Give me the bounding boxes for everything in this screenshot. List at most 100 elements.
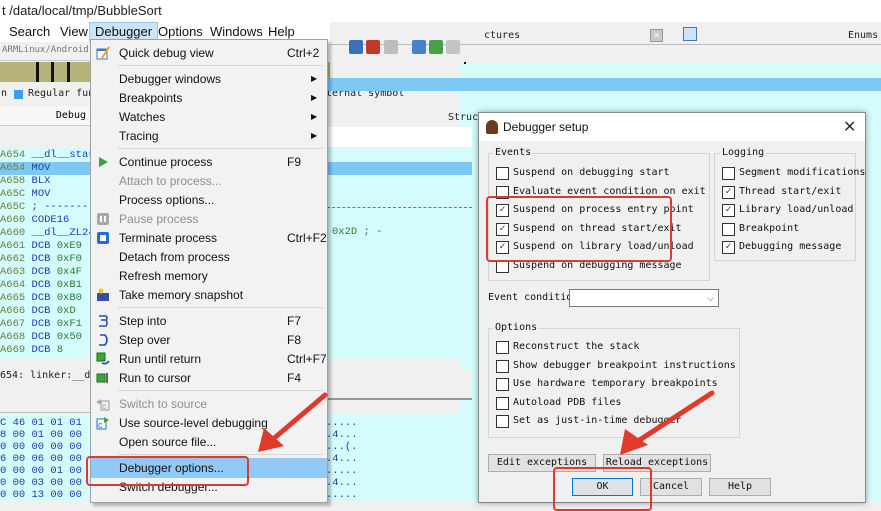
- disasm-operand: 0xB1: [56, 279, 82, 291]
- list-view-icon[interactable]: [683, 27, 697, 41]
- disasm-line[interactable]: A654 __dl__star: [0, 149, 92, 162]
- title-bar: t /data/local/tmp/BubbleSort: [0, 0, 881, 22]
- step-over-icon: [96, 333, 110, 347]
- tab-enums[interactable]: Enums: [848, 30, 878, 41]
- menu-item-process-options[interactable]: Process options...: [91, 190, 327, 210]
- hex-line[interactable]: 0 00 03 00 00: [0, 477, 82, 489]
- hex-line[interactable]: 8 00 01 00 00: [0, 429, 82, 441]
- checkbox-box[interactable]: [496, 415, 509, 429]
- disasm-instruction: MOV: [31, 162, 51, 174]
- menu-separator: [118, 65, 323, 66]
- hex-view[interactable]: C 46 01 01 01 8 00 01 00 00 0 00 00 00 00 6…: [0, 414, 92, 501]
- hex-line[interactable]: 0 00 00 00 00: [0, 441, 82, 453]
- disasm-line[interactable]: A660 CODE16: [0, 214, 92, 227]
- menu-item-attach-to-process[interactable]: Attach to process...: [91, 171, 327, 191]
- menu-search[interactable]: Search: [4, 22, 55, 42]
- checkbox-box[interactable]: [496, 396, 509, 410]
- menu-item-take-memory-snapshot[interactable]: Take memory snapshot: [91, 285, 327, 305]
- delete-watch-icon[interactable]: [446, 40, 460, 54]
- disasm-address: A664: [0, 279, 26, 291]
- hex-line[interactable]: 0 00 00 01 00: [0, 465, 82, 477]
- checkbox-box[interactable]: [496, 341, 509, 354]
- disasm-line[interactable]: A663 DCB 0x4F ;: [0, 266, 92, 279]
- architecture-combo[interactable]: ARMLinux/Android: [2, 43, 88, 58]
- disasm-instruction: ; -------: [31, 201, 89, 213]
- hex-line[interactable]: 6 00 06 00 00: [0, 453, 82, 465]
- tab-structures[interactable]: ctures: [484, 30, 520, 41]
- menu-item-tracing[interactable]: Tracing ▶: [91, 126, 327, 146]
- disasm-instruction: DCB: [31, 305, 51, 317]
- disassembly-view[interactable]: A654 __dl__star A654 MOV A658 BLX A65C M…: [0, 148, 92, 358]
- close-pane-icon[interactable]: ✕: [650, 29, 663, 42]
- checkbox-box[interactable]: ✓: [722, 185, 735, 199]
- disasm-instruction: BLX: [31, 175, 51, 187]
- disasm-line[interactable]: A66A DCB 0x10: [0, 357, 92, 358]
- hex-line[interactable]: 0 00 13 00 00: [0, 489, 82, 501]
- ascii-line: .....: [326, 465, 358, 477]
- disasm-operand: 0xB0: [56, 292, 82, 304]
- dialog-titlebar: Debugger setup ✕: [479, 113, 865, 141]
- nav-marker: [51, 62, 54, 82]
- disasm-instruction: DCB: [31, 266, 51, 278]
- disasm-line[interactable]: A65C MOV: [0, 188, 92, 201]
- disasm-line[interactable]: A660 __dl__ZL24: [0, 227, 92, 240]
- checkbox-box[interactable]: ✓: [722, 204, 735, 218]
- add-breakpoint-icon[interactable]: [366, 40, 380, 54]
- menu-item-watches[interactable]: Watches ▶: [91, 107, 327, 127]
- menu-item-run-until-return[interactable]: Run until return Ctrl+F7: [91, 349, 327, 369]
- menu-item-terminate-process[interactable]: Terminate process Ctrl+F2: [91, 228, 327, 248]
- menu-item-refresh-memory[interactable]: Refresh memory: [91, 266, 327, 286]
- menu-item-label: Tracing: [119, 129, 159, 143]
- disasm-line[interactable]: A666 DCB 0xD: [0, 305, 92, 318]
- disasm-line[interactable]: A65C ; -------: [0, 201, 92, 214]
- disasm-instruction: __dl__star: [31, 149, 92, 161]
- checkbox-box[interactable]: [496, 378, 509, 392]
- menu-item-quick-debug-view[interactable]: Quick debug view Ctrl+2: [91, 43, 327, 63]
- checkbox-box[interactable]: ✓: [722, 241, 735, 255]
- svg-text:c: c: [102, 402, 106, 411]
- disasm-operand: 0x10: [57, 357, 82, 358]
- menu-item-debugger-windows[interactable]: Debugger windows ▶: [91, 69, 327, 89]
- hex-line[interactable]: C 46 01 01 01: [0, 417, 82, 429]
- menu-item-detach-from-process[interactable]: Detach from process: [91, 247, 327, 267]
- checkbox-box[interactable]: [722, 222, 735, 236]
- menu-view[interactable]: View: [55, 22, 93, 42]
- disasm-line[interactable]: A665 DCB 0xB0: [0, 292, 92, 305]
- menu-item-label: Take memory snapshot: [119, 288, 244, 302]
- options-group-title: Options: [493, 322, 540, 333]
- menu-item-continue-process[interactable]: Continue process F9: [91, 152, 327, 172]
- disasm-instruction: DCB: [31, 344, 51, 356]
- help-button[interactable]: Help: [709, 478, 771, 496]
- add-watch-icon[interactable]: [429, 40, 443, 54]
- disasm-line[interactable]: A664 DCB 0xB1: [0, 279, 92, 292]
- disasm-operand: 0xF0: [56, 253, 82, 265]
- disasm-line[interactable]: A667 DCB 0xF1: [0, 318, 92, 331]
- checkbox-box[interactable]: [722, 167, 735, 180]
- ascii-line: .....: [326, 489, 358, 501]
- delete-breakpoint-icon[interactable]: [384, 40, 398, 54]
- watch-view-icon[interactable]: [412, 40, 426, 54]
- menu-item-run-to-cursor[interactable]: Run to cursor F4: [91, 368, 327, 388]
- dialog-title: Debugger setup: [503, 120, 589, 134]
- checkbox-box[interactable]: [496, 359, 509, 373]
- checkbox-label: Thread start/exit: [739, 185, 842, 197]
- close-icon[interactable]: ✕: [843, 117, 856, 137]
- menu-item-pause-process[interactable]: Pause process: [91, 209, 327, 229]
- disasm-line[interactable]: A658 BLX: [0, 175, 92, 188]
- disasm-line[interactable]: A662 DCB 0xF0: [0, 253, 92, 266]
- checkbox-box[interactable]: [496, 167, 509, 180]
- disasm-line[interactable]: A661 DCB 0xE9: [0, 240, 92, 253]
- disasm-line[interactable]: A654 MOV: [0, 162, 92, 175]
- disasm-line[interactable]: A668 DCB 0x50 ;: [0, 331, 92, 344]
- menu-item-breakpoints[interactable]: Breakpoints ▶: [91, 88, 327, 108]
- menu-item-step-into[interactable]: Step into F7: [91, 311, 327, 331]
- menu-item-shortcut: Ctrl+F2: [287, 231, 327, 245]
- disasm-instruction: DCB: [31, 318, 51, 330]
- disasm-operand: 0xF1: [56, 318, 82, 330]
- disasm-instruction: MOV: [31, 188, 51, 200]
- disasm-line[interactable]: A669 DCB 8: [0, 344, 92, 357]
- ascii-line: .4...: [326, 477, 358, 489]
- event-condition-select[interactable]: ⌵: [569, 289, 719, 307]
- menu-item-step-over[interactable]: Step over F8: [91, 330, 327, 350]
- breakpoint-list-icon[interactable]: [349, 40, 363, 54]
